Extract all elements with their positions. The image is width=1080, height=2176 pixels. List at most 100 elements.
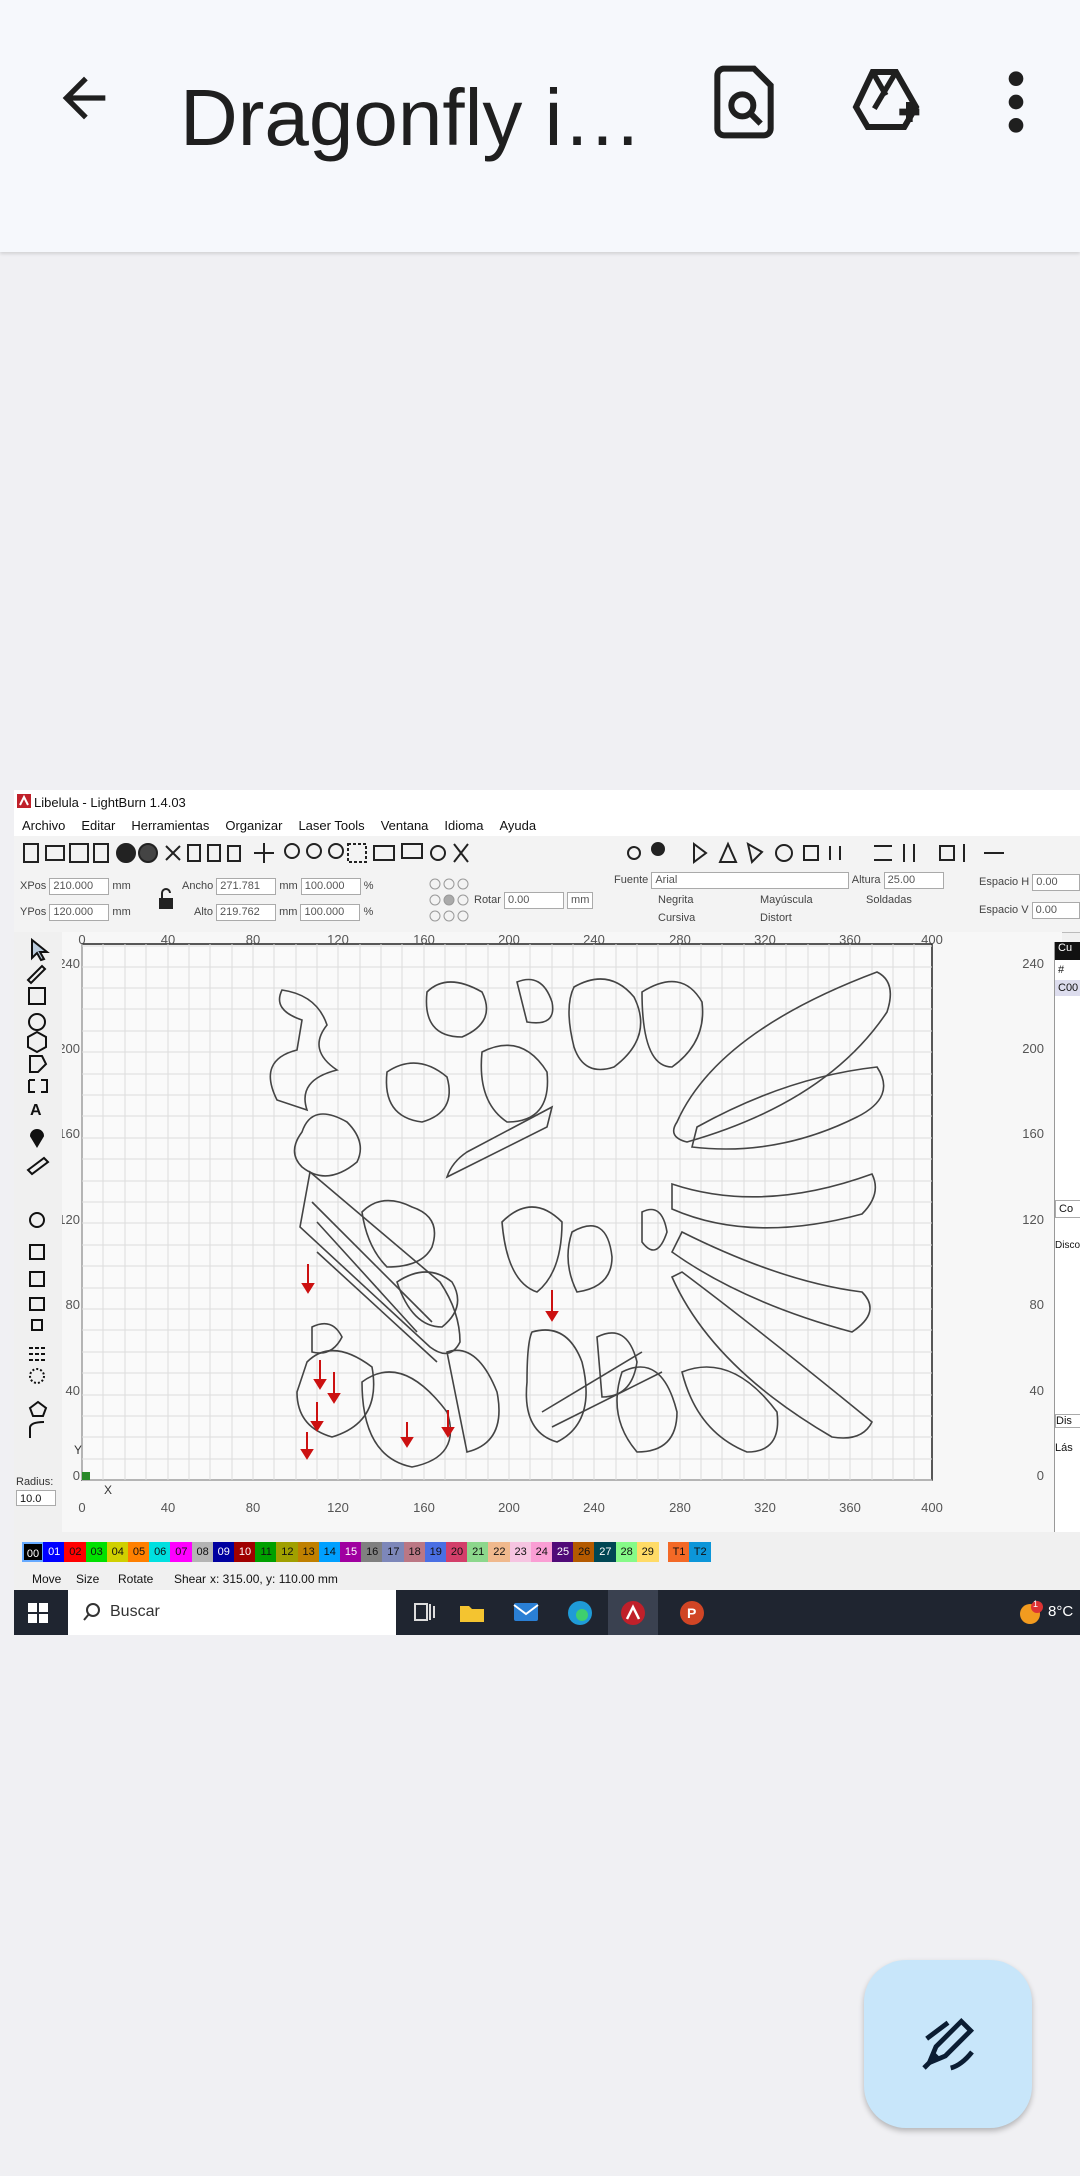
more-vert-icon[interactable] xyxy=(976,62,1056,142)
taskbar-search[interactable]: Buscar xyxy=(68,1590,396,1635)
cuts-panel-dis[interactable]: Dis xyxy=(1055,1414,1080,1428)
file-explorer-icon[interactable] xyxy=(458,1600,486,1624)
weather-icon[interactable] xyxy=(1018,1600,1044,1626)
windows-start-icon[interactable] xyxy=(28,1603,48,1623)
palette-swatch-09[interactable]: 09 xyxy=(212,1542,235,1562)
palette-swatch-17[interactable]: 17 xyxy=(382,1542,405,1562)
add-to-drive-icon[interactable] xyxy=(846,62,926,142)
palette-swatch-25[interactable]: 25 xyxy=(552,1542,574,1562)
palette-swatch-13[interactable]: 13 xyxy=(297,1542,320,1562)
menu-ventana[interactable]: Ventana xyxy=(373,814,437,836)
palette-swatch-T2[interactable]: T2 xyxy=(689,1542,712,1562)
palette-swatch-11[interactable]: 11 xyxy=(255,1542,278,1562)
menu-herramientas[interactable]: Herramientas xyxy=(123,814,217,836)
palette-swatch-23[interactable]: 23 xyxy=(509,1542,532,1562)
document-search-icon[interactable] xyxy=(704,62,784,142)
palette-swatch-00[interactable]: 00 xyxy=(22,1542,44,1562)
italic-toggle[interactable]: Cursiva xyxy=(658,912,695,924)
ruler-left-tick: 240 xyxy=(62,956,80,971)
space-h-input[interactable]: 0.00 xyxy=(1032,874,1080,891)
welded-toggle[interactable]: Soldadas xyxy=(866,894,912,906)
palette-swatch-04[interactable]: 04 xyxy=(106,1542,129,1562)
rotate-toggle[interactable]: Rotate xyxy=(118,1572,153,1586)
palette-swatch-20[interactable]: 20 xyxy=(446,1542,468,1562)
taskbar-temperature: 8°C xyxy=(1048,1603,1074,1620)
height-input[interactable]: 219.762 xyxy=(216,904,277,921)
palette-swatch-19[interactable]: 19 xyxy=(424,1542,447,1562)
palette-swatch-18[interactable]: 18 xyxy=(403,1542,426,1562)
space-h-label: Espacio H xyxy=(979,876,1030,888)
ruler-right-tick: 0 xyxy=(1037,1468,1044,1483)
ypos-input[interactable]: 120.000 xyxy=(49,904,110,921)
scale-height-percent: % xyxy=(363,906,374,918)
palette-swatch-29[interactable]: 29 xyxy=(636,1542,659,1562)
scale-width-input[interactable]: 100.000 xyxy=(300,878,361,895)
mail-icon[interactable] xyxy=(512,1600,540,1624)
distort-toggle[interactable]: Distort xyxy=(760,912,792,924)
menu-idioma[interactable]: Idioma xyxy=(436,814,491,836)
lightburn-taskbar-button[interactable] xyxy=(608,1590,658,1635)
palette-swatch-28[interactable]: 28 xyxy=(615,1542,638,1562)
design-canvas[interactable]: X Y 0 40 80 120 160 200 240 280 320 360 … xyxy=(58,932,1062,1532)
menu-organizar[interactable]: Organizar xyxy=(217,814,290,836)
toolbar-icons[interactable] xyxy=(14,836,1080,870)
edit-fab-button[interactable] xyxy=(864,1960,1032,2128)
palette-swatch-24[interactable]: 24 xyxy=(530,1542,553,1562)
xpos-input[interactable]: 210.000 xyxy=(49,878,110,895)
palette-swatch-21[interactable]: 21 xyxy=(467,1542,490,1562)
menu-archivo[interactable]: Archivo xyxy=(14,814,73,836)
edge-browser-icon[interactable] xyxy=(566,1599,594,1627)
move-toggle[interactable]: Move xyxy=(32,1572,61,1586)
palette-swatch-07[interactable]: 07 xyxy=(170,1542,193,1562)
task-view-icon[interactable] xyxy=(412,1600,436,1624)
palette-swatch-10[interactable]: 10 xyxy=(234,1542,256,1562)
bold-toggle[interactable]: Negrita xyxy=(658,894,693,906)
ruler-left-tick: 120 xyxy=(62,1212,80,1227)
palette-swatch-01[interactable]: 01 xyxy=(43,1542,66,1562)
svg-text:P: P xyxy=(687,1605,696,1621)
palette-swatch-05[interactable]: 05 xyxy=(128,1542,150,1562)
palette-swatch-08[interactable]: 08 xyxy=(191,1542,214,1562)
menu-ayuda[interactable]: Ayuda xyxy=(491,814,544,836)
palette-swatch-15[interactable]: 15 xyxy=(340,1542,362,1562)
radius-input[interactable]: 10.0 xyxy=(16,1490,56,1506)
menu-editar[interactable]: Editar xyxy=(73,814,123,836)
palette-swatch-26[interactable]: 26 xyxy=(573,1542,596,1562)
space-v-input[interactable]: 0.00 xyxy=(1031,902,1080,919)
palette-swatch-T1[interactable]: T1 xyxy=(668,1542,690,1562)
palette-swatch-12[interactable]: 12 xyxy=(276,1542,299,1562)
menu-laser-tools[interactable]: Laser Tools xyxy=(290,814,372,836)
palette-swatch-14[interactable]: 14 xyxy=(318,1542,341,1562)
palette-swatch-16[interactable]: 16 xyxy=(361,1542,384,1562)
ruler-top-tick: 240 xyxy=(583,932,605,947)
canvas-drawing[interactable]: X Y 0 40 80 120 160 200 240 280 320 360 … xyxy=(58,932,1062,1532)
ruler-bottom-tick: 240 xyxy=(583,1500,605,1515)
palette-swatch-06[interactable]: 06 xyxy=(149,1542,172,1562)
palette-swatch-02[interactable]: 02 xyxy=(64,1542,87,1562)
tool-icons[interactable]: A xyxy=(14,932,62,1472)
lock-icon[interactable] xyxy=(157,888,175,910)
uppercase-toggle[interactable]: Mayúscula xyxy=(760,894,813,906)
size-toggle[interactable]: Size xyxy=(76,1572,99,1586)
cuts-panel-row[interactable]: C00 xyxy=(1055,980,1080,996)
palette-swatch-27[interactable]: 27 xyxy=(594,1542,617,1562)
cuts-panel-las[interactable]: Lás xyxy=(1055,1442,1073,1454)
font-select[interactable]: Arial xyxy=(651,872,850,889)
powerpoint-icon[interactable]: P xyxy=(678,1599,706,1627)
lightburn-screenshot[interactable]: Libelula - LightBurn 1.4.03 Archivo Edit… xyxy=(14,790,1080,1635)
width-input[interactable]: 271.781 xyxy=(216,878,277,895)
mm-toggle-button[interactable]: mm xyxy=(567,892,594,909)
back-arrow-icon[interactable] xyxy=(52,66,116,130)
cuts-panel-tab[interactable]: Co xyxy=(1055,1200,1080,1218)
palette-swatch-03[interactable]: 03 xyxy=(85,1542,108,1562)
shear-toggle[interactable]: Shear xyxy=(174,1572,206,1586)
anchor-grid-icon[interactable] xyxy=(428,876,472,926)
ruler-right-tick: 80 xyxy=(1030,1297,1044,1312)
scale-height-input[interactable]: 100.000 xyxy=(300,904,361,921)
palette-swatch-22[interactable]: 22 xyxy=(488,1542,511,1562)
menu-bar: Archivo Editar Herramientas Organizar La… xyxy=(14,814,1080,836)
axis-y-label: Y xyxy=(74,1443,82,1457)
rotate-input[interactable]: 0.00 xyxy=(503,892,564,909)
cuts-panel-header: Cu xyxy=(1055,942,1080,960)
text-height-input[interactable]: 25.00 xyxy=(883,872,944,889)
